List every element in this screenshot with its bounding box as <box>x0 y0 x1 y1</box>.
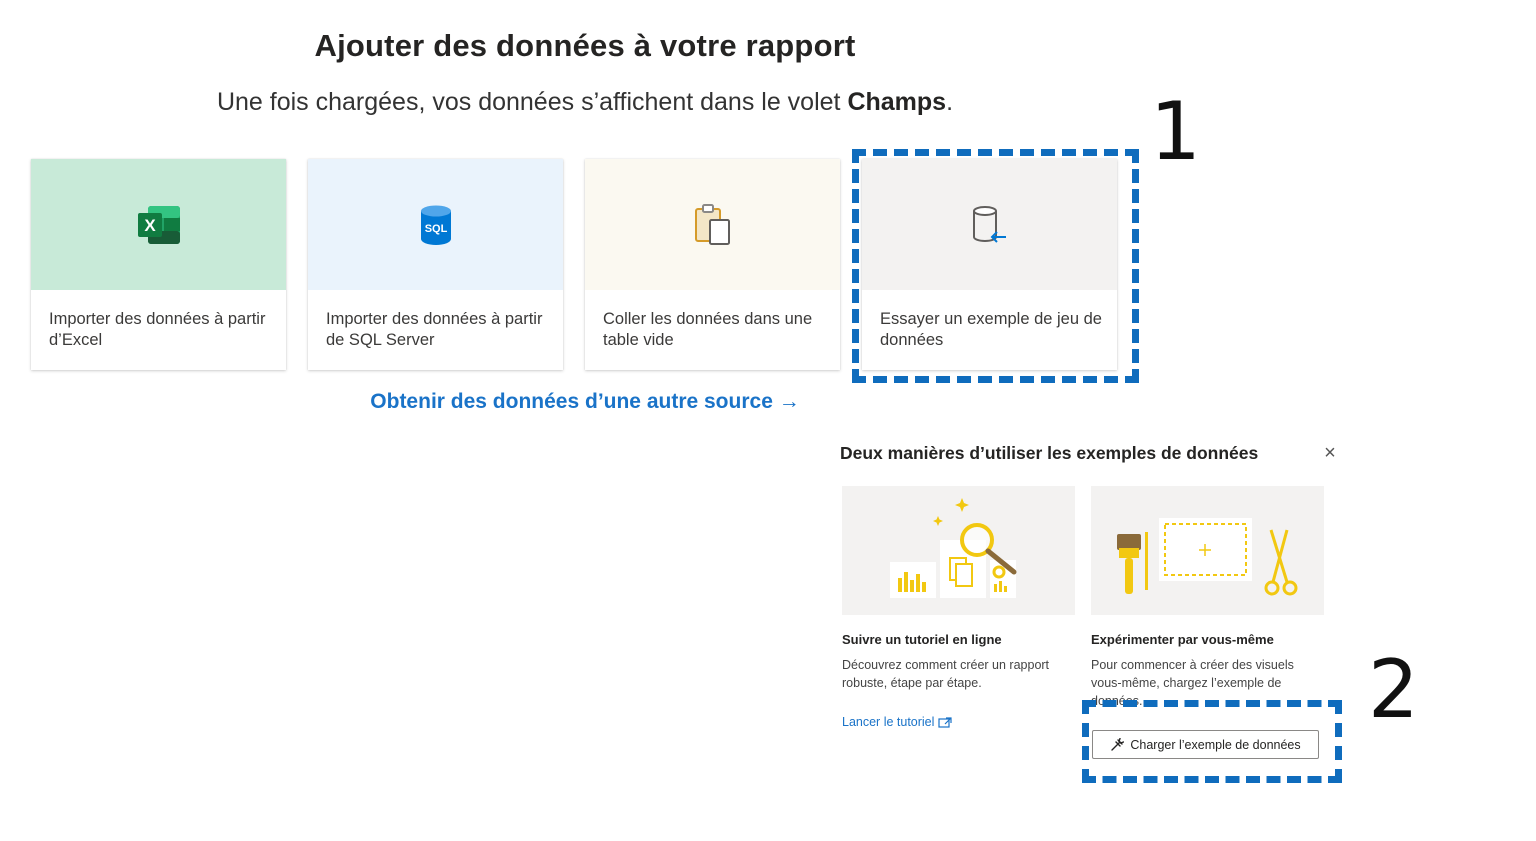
card-label-line: d’Excel <box>49 331 103 349</box>
card-paste-data[interactable]: Coller les données dans une table vide <box>585 159 840 370</box>
clipboard-icon <box>694 203 730 245</box>
excel-icon: X <box>137 205 180 244</box>
card-label-line: table vide <box>603 331 674 349</box>
sample-panel-title: Deux manières d’utiliser les exemples de… <box>840 443 1259 463</box>
svg-text:SQL: SQL <box>424 223 447 235</box>
annotation-number-2: 2 <box>1368 643 1419 736</box>
subtitle-text: Une fois chargées, vos données s’affiche… <box>216 88 841 116</box>
experiment-description-line: Pour commencer à créer des visuels <box>1091 658 1294 672</box>
annotation-highlight-1 <box>852 149 1139 383</box>
annotation-number-1: 1 <box>1150 85 1201 178</box>
card-import-excel[interactable]: X Importer des données à partir d’Excel <box>31 159 286 370</box>
other-source-link[interactable]: Obtenir des données d’une autre source → <box>0 390 1170 414</box>
card-import-sql[interactable]: SQL Importer des données à partir de SQL… <box>308 159 563 370</box>
load-sample-data-button[interactable]: Charger l’exemple de données <box>1092 730 1319 759</box>
page-subtitle: Une fois chargées, vos données s’affiche… <box>0 88 1170 117</box>
external-link-icon <box>938 716 953 728</box>
launch-tutorial-link[interactable]: Lancer le tutoriel <box>842 715 953 729</box>
load-sample-data-label: Charger l’exemple de données <box>1130 737 1301 752</box>
svg-text:X: X <box>144 216 156 235</box>
tutorial-illustration <box>842 486 1075 615</box>
card-label-line: Importer des données à partir <box>49 310 266 328</box>
tutorial-heading: Suivre un tutoriel en ligne <box>842 632 1002 647</box>
subtitle-period: . <box>946 88 954 116</box>
card-paste-data-banner <box>585 159 840 290</box>
card-import-excel-label: Importer des données à partir d’Excel <box>31 290 286 351</box>
plug-icon <box>1111 737 1125 751</box>
experiment-description-line: vous-même, chargez l’exemple de <box>1091 676 1282 690</box>
experiment-heading: Expérimenter par vous-même <box>1091 632 1274 647</box>
sql-server-icon: SQL <box>420 205 451 245</box>
card-label-line: Importer des données à partir <box>326 310 543 328</box>
tutorial-description-line: Découvrez comment créer un rapport <box>842 658 1050 672</box>
card-paste-data-label: Coller les données dans une table vide <box>585 290 840 351</box>
card-label-line: Coller les données dans une <box>603 310 813 328</box>
card-import-sql-banner: SQL <box>308 159 563 290</box>
subtitle-bold: Champs <box>847 88 947 116</box>
tutorial-description: Découvrez comment créer un rapport robus… <box>842 656 1072 692</box>
launch-tutorial-label: Lancer le tutoriel <box>842 715 935 729</box>
tutorial-illustration-art <box>890 498 1017 598</box>
card-import-excel-banner: X <box>31 159 286 290</box>
close-icon[interactable]: × <box>1318 441 1342 465</box>
tutorial-description-line: robuste, étape par étape. <box>842 676 982 690</box>
experiment-illustration <box>1091 486 1324 615</box>
page-title: Ajouter des données à votre rapport <box>314 28 856 63</box>
card-import-sql-label: Importer des données à partir de SQL Ser… <box>308 290 563 351</box>
card-label-line: de SQL Server <box>326 331 435 349</box>
experiment-illustration-art <box>1117 518 1298 596</box>
